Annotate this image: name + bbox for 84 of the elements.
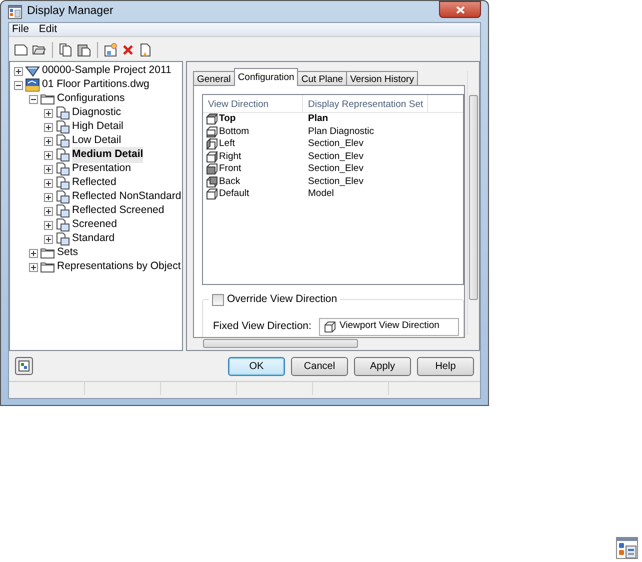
cube-icon: [206, 150, 218, 163]
tab[interactable]: General: [193, 71, 235, 86]
table-cell-text: Section_Elev: [307, 150, 364, 164]
window-title: Display Manager: [27, 4, 114, 19]
expander-icon[interactable]: [44, 108, 53, 118]
override-label: Override View Direction: [227, 292, 338, 307]
close-icon[interactable]: [456, 6, 464, 14]
tree-item[interactable]: Low Detail: [72, 133, 122, 149]
dialog-button[interactable]: Apply: [354, 356, 411, 376]
tree-item[interactable]: 01 Floor Partitions.dwg: [42, 77, 150, 93]
delete-icon[interactable]: [122, 44, 134, 56]
expander-icon[interactable]: [44, 164, 53, 174]
expander-icon[interactable]: [29, 94, 38, 104]
fixed-view-field[interactable]: Viewport View Direction: [319, 318, 460, 336]
tree-item[interactable]: High Detail: [72, 119, 124, 135]
tab[interactable]: Configuration: [234, 68, 298, 86]
tree-item[interactable]: Screened: [72, 217, 117, 233]
table-cell: Default: [219, 187, 250, 202]
column-header[interactable]: Display Representation Set: [303, 95, 428, 112]
override-checkbox[interactable]: [212, 294, 224, 306]
table-cell: Bottom: [219, 124, 250, 139]
table-cell: Top: [219, 112, 236, 126]
table-cell-text: Section_Elev: [307, 174, 364, 189]
tree-item[interactable]: Configurations: [57, 91, 125, 107]
tree-item[interactable]: Reflected NonStandard: [72, 189, 182, 205]
table-cell-text: Section_Elev: [307, 137, 364, 152]
cube-icon: [206, 113, 218, 126]
new-item-icon[interactable]: [104, 43, 118, 57]
tree-item[interactable]: Sets: [57, 245, 78, 261]
expander-icon[interactable]: [14, 80, 23, 90]
paste-icon[interactable]: [77, 43, 91, 57]
menu-item[interactable]: Edit: [38, 22, 58, 38]
tab[interactable]: Cut Plane: [297, 71, 348, 86]
menu-item[interactable]: File: [12, 22, 29, 38]
table-cell-text: Plan Diagnostic: [307, 124, 374, 139]
tree-item[interactable]: Representations by Object: [57, 259, 181, 275]
expander-icon[interactable]: [29, 262, 38, 272]
table-cell: Right: [219, 150, 242, 164]
expander-icon[interactable]: [29, 248, 38, 258]
expander-icon[interactable]: [14, 66, 23, 76]
tree-item[interactable]: 00000-Sample Project 2011: [42, 63, 172, 79]
expander-icon[interactable]: [44, 192, 53, 202]
table-cell: Left: [219, 137, 235, 152]
close-button[interactable]: [439, 1, 481, 18]
dialog-button[interactable]: Help: [417, 356, 474, 376]
expander-icon[interactable]: [44, 136, 53, 146]
expander-icon[interactable]: [44, 220, 53, 230]
cube-icon: [206, 188, 218, 200]
cube-icon: [206, 126, 218, 138]
table-cell-text: Section_Elev: [307, 162, 364, 176]
dialog-button[interactable]: OK: [228, 356, 285, 376]
display-icon[interactable]: [15, 357, 33, 375]
column-header[interactable]: View Direction: [203, 95, 303, 112]
copy-icon[interactable]: [59, 43, 73, 57]
cube-icon: [206, 138, 218, 150]
display-manager-icon[interactable]: [616, 537, 638, 559]
folder-icon: [40, 246, 55, 260]
tree-item[interactable]: Reflected Screened: [72, 203, 164, 219]
app-icon: [8, 4, 22, 18]
new-file-icon[interactable]: [14, 44, 28, 56]
tree-item[interactable]: Reflected: [72, 175, 116, 191]
cube-icon: [206, 163, 218, 176]
cube-icon: [324, 320, 336, 332]
tree-item[interactable]: Medium Detail: [72, 147, 144, 163]
tree-item[interactable]: Presentation: [72, 161, 131, 177]
tab[interactable]: Version History: [346, 71, 418, 86]
table-cell-text: Model: [307, 187, 334, 202]
cube-icon: [206, 176, 218, 188]
expander-icon[interactable]: [44, 178, 53, 188]
expander-icon[interactable]: [44, 150, 53, 160]
tree-item[interactable]: Standard: [72, 231, 115, 247]
table-cell-text: Plan: [307, 112, 328, 126]
dialog-button[interactable]: Cancel: [291, 356, 348, 376]
expander-icon[interactable]: [44, 122, 53, 132]
fixed-view-label: Fixed View Direction:: [213, 318, 312, 334]
tree-item[interactable]: Diagnostic: [72, 105, 122, 121]
warning-file-icon[interactable]: [138, 43, 152, 57]
table-cell: Front: [219, 162, 242, 176]
expander-icon[interactable]: [44, 206, 53, 216]
open-folder-icon[interactable]: [32, 44, 46, 56]
folder-icon: [40, 260, 55, 274]
folder-icon: [40, 92, 55, 106]
expander-icon[interactable]: [44, 234, 53, 244]
table-cell: Back: [219, 174, 240, 189]
